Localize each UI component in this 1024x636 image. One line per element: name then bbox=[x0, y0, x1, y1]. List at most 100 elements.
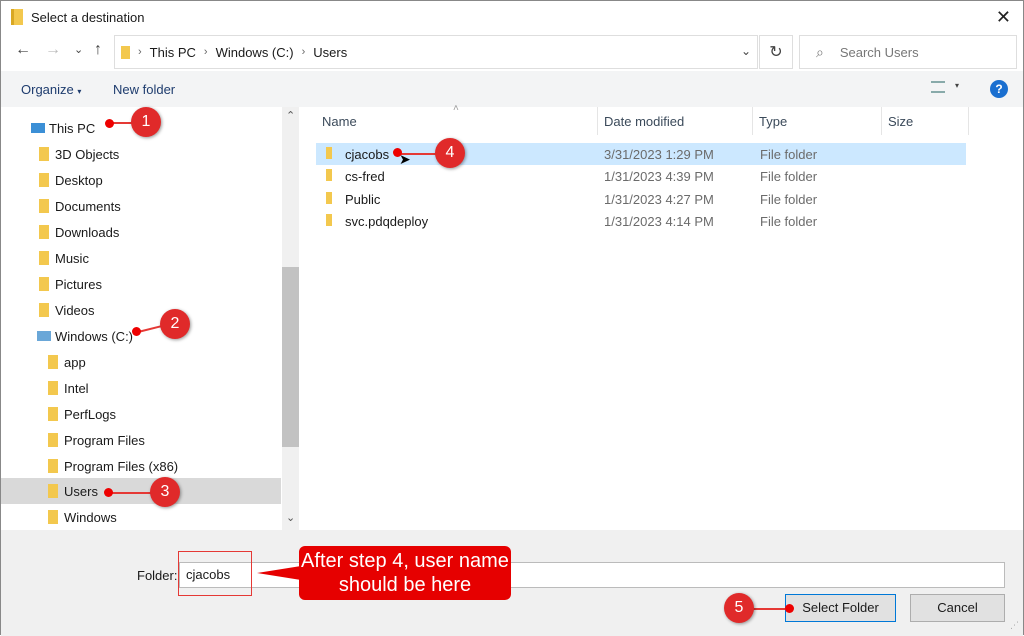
search-icon: ⌕ bbox=[816, 43, 824, 60]
address-bar[interactable]: › This PC › Windows (C:) › Users ⌄ bbox=[114, 35, 758, 69]
folder-label: Folder: bbox=[137, 568, 178, 583]
nav-item-app[interactable]: app bbox=[1, 349, 281, 375]
mouse-cursor-icon: ➤ bbox=[399, 151, 411, 167]
organize-button[interactable]: Organize ▾ bbox=[21, 82, 81, 97]
nav-label: Documents bbox=[55, 198, 121, 214]
nav-item-perflogs[interactable]: PerfLogs bbox=[1, 401, 281, 427]
forward-button[interactable]: → bbox=[45, 41, 61, 59]
column-divider[interactable] bbox=[752, 107, 753, 135]
nav-item-desktop[interactable]: Desktop bbox=[1, 167, 281, 193]
folder-icon bbox=[48, 433, 58, 447]
caret-down-icon[interactable]: ▾ bbox=[955, 81, 959, 90]
column-header-type[interactable]: Type bbox=[759, 107, 787, 135]
nav-item-intel[interactable]: Intel bbox=[1, 375, 281, 401]
nav-item-program-files-x86[interactable]: Program Files (x86) bbox=[1, 453, 281, 479]
column-divider[interactable] bbox=[968, 107, 969, 135]
column-header-date[interactable]: Date modified bbox=[604, 107, 684, 135]
annotation-dot bbox=[105, 119, 114, 128]
annotation-callout: After step 4, user name should be here bbox=[257, 546, 511, 600]
annotation-dot bbox=[132, 327, 141, 336]
column-divider[interactable] bbox=[597, 107, 598, 135]
help-button[interactable]: ? bbox=[990, 80, 1008, 98]
scroll-up-icon[interactable]: ⌃ bbox=[286, 109, 295, 122]
caret-down-icon: ▾ bbox=[77, 87, 82, 96]
folder-icon bbox=[11, 9, 23, 25]
file-type: File folder bbox=[760, 147, 818, 162]
nav-item-users[interactable]: Users bbox=[1, 478, 281, 504]
breadcrumb-this-pc[interactable]: This PC bbox=[150, 45, 196, 60]
sort-ascending-icon: ˄ bbox=[453, 103, 459, 114]
column-divider[interactable] bbox=[881, 107, 882, 135]
breadcrumb-users[interactable]: Users bbox=[313, 45, 347, 60]
folder-icon bbox=[48, 355, 58, 369]
column-header-size[interactable]: Size bbox=[888, 107, 913, 135]
nav-item-windows-c[interactable]: Windows (C:) bbox=[1, 323, 281, 349]
nav-label: app bbox=[64, 354, 86, 370]
folder-icon bbox=[48, 459, 58, 473]
chevron-down-icon[interactable]: ⌄ bbox=[741, 44, 751, 58]
refresh-button[interactable]: ↻ bbox=[759, 35, 793, 69]
nav-item-music[interactable]: Music bbox=[1, 245, 281, 271]
nav-label: Program Files (x86) bbox=[64, 458, 179, 474]
file-date: 1/31/2023 4:39 PM bbox=[604, 169, 714, 184]
nav-item-program-files[interactable]: Program Files bbox=[1, 427, 281, 453]
scrollbar-thumb[interactable] bbox=[282, 267, 299, 447]
3d-objects-icon bbox=[39, 147, 49, 161]
back-button[interactable]: ← bbox=[15, 41, 31, 59]
nav-label: Program Files bbox=[64, 432, 145, 448]
desktop-icon bbox=[39, 173, 49, 187]
close-button[interactable]: ✕ bbox=[996, 7, 1011, 28]
scroll-down-icon[interactable]: ⌄ bbox=[286, 511, 295, 524]
annotation-dot bbox=[104, 488, 113, 497]
view-options-icon[interactable] bbox=[931, 81, 945, 93]
folder-icon bbox=[121, 45, 130, 59]
select-destination-dialog: Select a destination ✕ ← → ⌄ ↑ › This PC… bbox=[0, 0, 1024, 636]
file-date: 1/31/2023 4:14 PM bbox=[604, 214, 714, 229]
nav-label: This PC bbox=[49, 120, 96, 136]
cancel-button[interactable]: Cancel bbox=[910, 594, 1005, 622]
up-button[interactable]: ↑ bbox=[94, 41, 102, 59]
nav-item-pictures[interactable]: Pictures bbox=[1, 271, 281, 297]
search-input[interactable]: ⌕ Search Users bbox=[799, 35, 1017, 69]
folder-icon bbox=[48, 381, 58, 395]
nav-label: Windows bbox=[64, 509, 117, 525]
file-date: 1/31/2023 4:27 PM bbox=[604, 192, 714, 207]
nav-label: Desktop bbox=[55, 172, 103, 188]
file-row[interactable]: Public 1/31/2023 4:27 PM File folder bbox=[316, 188, 966, 210]
nav-item-documents[interactable]: Documents bbox=[1, 193, 281, 219]
nav-label: Downloads bbox=[55, 224, 120, 240]
nav-label: Intel bbox=[64, 380, 89, 396]
file-row[interactable]: svc.pdqdeploy 1/31/2023 4:14 PM File fol… bbox=[316, 210, 966, 232]
search-placeholder: Search Users bbox=[839, 44, 919, 60]
documents-icon bbox=[39, 199, 49, 213]
annotation-highlight-box bbox=[178, 551, 252, 596]
chevron-right-icon: › bbox=[301, 46, 306, 58]
nav-item-downloads[interactable]: Downloads bbox=[1, 219, 281, 245]
file-type: File folder bbox=[760, 169, 818, 184]
nav-item-windows[interactable]: Windows bbox=[1, 504, 281, 530]
music-icon bbox=[39, 251, 49, 265]
nav-item-3d-objects[interactable]: 3D Objects bbox=[1, 141, 281, 167]
annotation-badge-5: 5 bbox=[724, 593, 754, 623]
recent-locations-button[interactable]: ⌄ bbox=[74, 43, 83, 56]
title-bar: Select a destination ✕ bbox=[1, 1, 1023, 33]
new-folder-button[interactable]: New folder bbox=[113, 82, 175, 97]
file-row[interactable]: cs-fred 1/31/2023 4:39 PM File folder bbox=[316, 165, 966, 187]
nav-label: Pictures bbox=[55, 276, 102, 292]
command-toolbar: Organize ▾ New folder bbox=[1, 71, 1023, 107]
column-header-name[interactable]: Name bbox=[322, 107, 357, 135]
videos-icon bbox=[39, 303, 49, 317]
breadcrumb-windows-c[interactable]: Windows (C:) bbox=[216, 45, 294, 60]
file-name: svc.pdqdeploy bbox=[345, 214, 429, 229]
drive-icon bbox=[37, 331, 51, 341]
resize-grip-icon[interactable]: ⋰ bbox=[1010, 620, 1019, 631]
file-date: 3/31/2023 1:29 PM bbox=[604, 147, 714, 162]
folder-icon bbox=[326, 214, 332, 226]
nav-scrollbar[interactable]: ⌃ ⌄ bbox=[282, 107, 299, 530]
file-type: File folder bbox=[760, 192, 818, 207]
navigation-pane: This PC 3D Objects Desktop Documents Dow… bbox=[1, 107, 299, 530]
annotation-connector bbox=[753, 608, 789, 610]
select-folder-button[interactable]: Select Folder bbox=[785, 594, 896, 622]
window-title: Select a destination bbox=[31, 9, 145, 25]
nav-item-videos[interactable]: Videos bbox=[1, 297, 281, 323]
